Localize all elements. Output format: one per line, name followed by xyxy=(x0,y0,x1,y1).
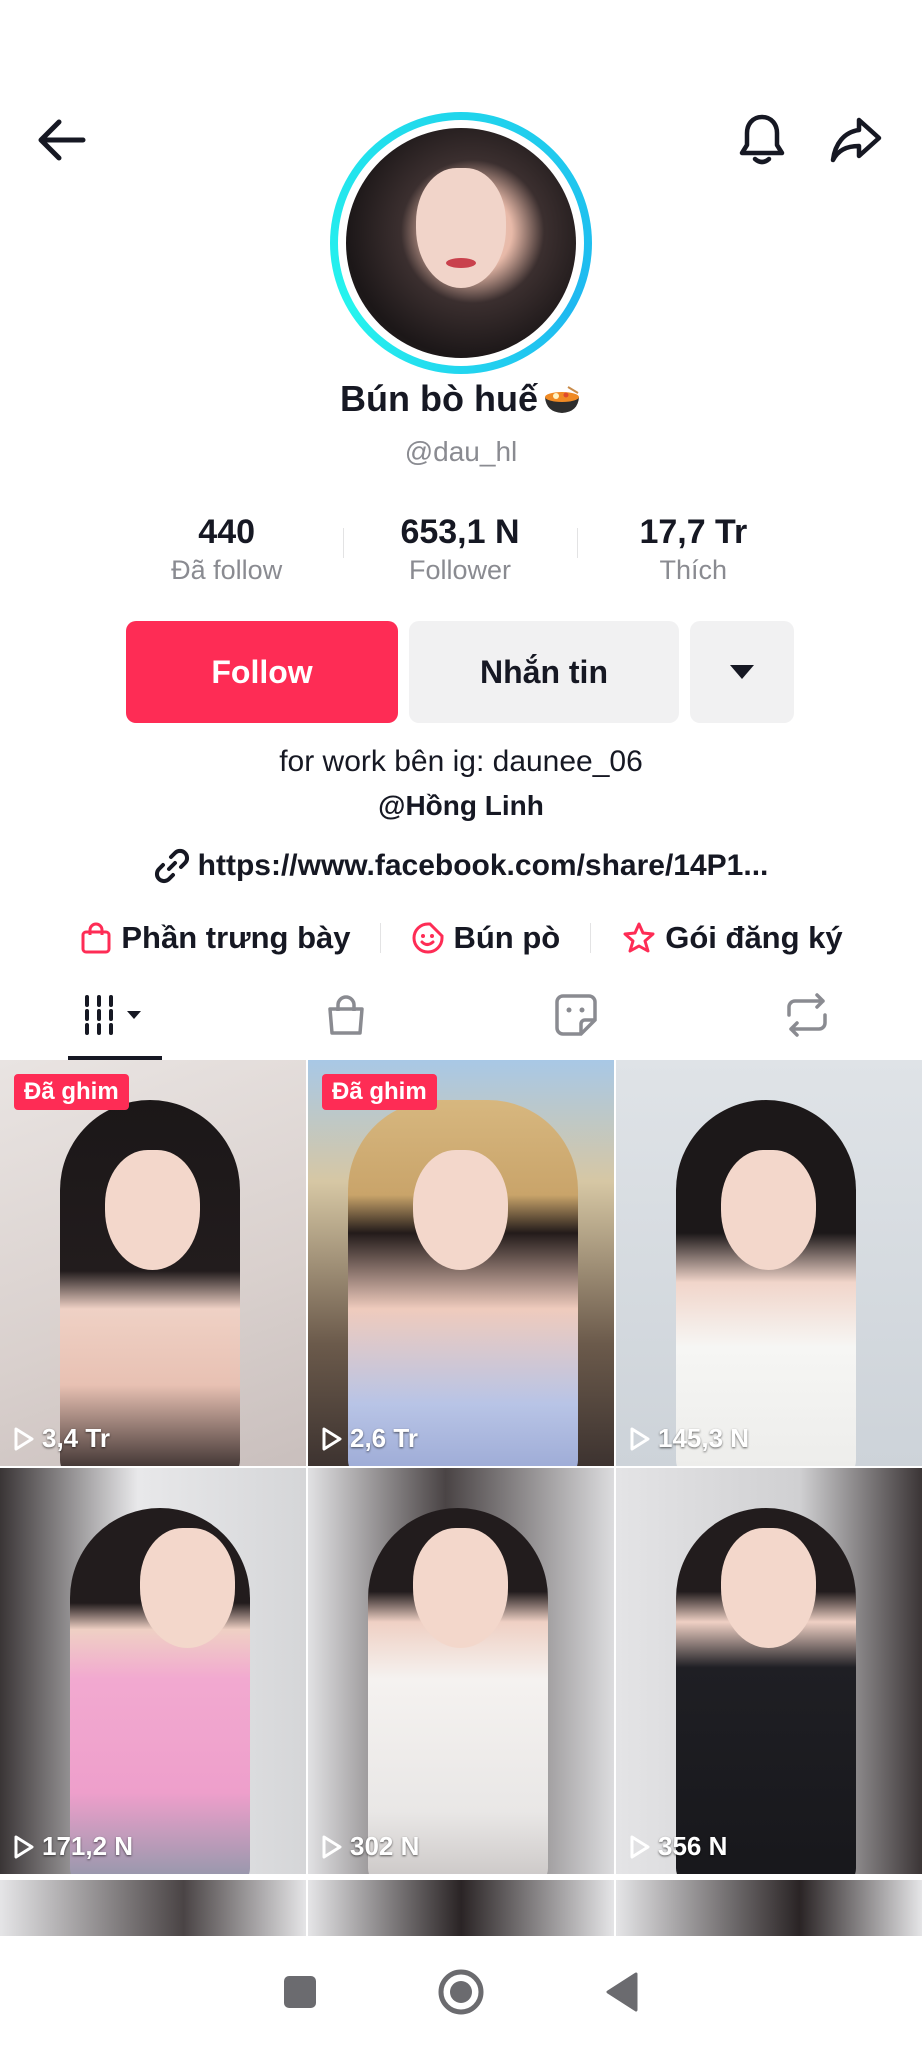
bell-icon xyxy=(739,114,785,165)
stat-value: 440 xyxy=(198,513,256,551)
video-thumbnail[interactable] xyxy=(616,1880,922,1940)
video-thumbnail[interactable]: 171,2 N xyxy=(0,1468,306,1874)
profile-actions: Follow Nhắn tin xyxy=(126,621,794,723)
stat-following[interactable]: 440 Đã follow xyxy=(110,512,343,592)
shopping-bag-icon xyxy=(81,922,111,954)
recents-button[interactable] xyxy=(270,1962,330,2022)
chip-sticker[interactable]: Bún pò xyxy=(411,920,560,956)
pinned-badge: Đã ghim xyxy=(14,1074,129,1110)
square-icon xyxy=(284,1976,317,2008)
display-name: Bún bò huế xyxy=(0,378,922,420)
profile-chips: Phần trưng bày Bún pò Gói đăng ký xyxy=(0,920,922,956)
view-count: 2,6 Tr xyxy=(320,1423,418,1454)
noodle-bowl-icon xyxy=(544,386,579,413)
tab-shop[interactable] xyxy=(231,970,462,1060)
play-icon xyxy=(14,1427,34,1450)
notification-button[interactable] xyxy=(727,105,797,175)
video-thumbnail[interactable]: Đã ghim 2,6 Tr xyxy=(308,1060,614,1466)
stat-label: Đã follow xyxy=(171,555,283,585)
video-thumbnail[interactable] xyxy=(308,1880,614,1940)
chip-subscription[interactable]: Gói đăng ký xyxy=(621,920,843,956)
username: @dau_hl xyxy=(404,436,518,467)
play-icon xyxy=(322,1427,342,1450)
caret-down-icon xyxy=(730,665,754,679)
play-icon xyxy=(630,1835,650,1858)
tab-reposts[interactable] xyxy=(692,970,922,1060)
stat-label: Thích xyxy=(659,555,728,585)
stat-followers[interactable]: 653,1 N Follower xyxy=(343,512,576,592)
videos-grid-icon xyxy=(85,995,142,1035)
bio-link-text: https://www.facebook.com/share/14P1... xyxy=(197,849,769,882)
share-button[interactable] xyxy=(821,105,891,175)
message-button[interactable]: Nhắn tin xyxy=(409,621,679,723)
repost-icon xyxy=(787,993,827,1037)
view-count: 171,2 N xyxy=(12,1831,133,1862)
video-grid: Đã ghim 3,4 Tr Đã ghim 2,6 Tr 145,3 N 17… xyxy=(0,1060,922,1874)
avatar-story-ring[interactable] xyxy=(330,112,592,374)
video-thumbnail[interactable]: 145,3 N xyxy=(616,1060,922,1466)
view-count: 302 N xyxy=(320,1831,419,1862)
divider xyxy=(590,923,592,953)
bio-link[interactable]: https://www.facebook.com/share/14P1... xyxy=(0,848,922,884)
view-count: 145,3 N xyxy=(628,1423,749,1454)
back-arrow-icon xyxy=(38,119,86,161)
view-count: 3,4 Tr xyxy=(12,1423,110,1454)
share-arrow-icon xyxy=(830,117,882,163)
video-thumbnail[interactable]: Đã ghim 3,4 Tr xyxy=(0,1060,306,1466)
sticker-icon xyxy=(413,922,444,954)
bio-mention-link[interactable]: @Hồng Linh xyxy=(0,790,922,822)
triangle-back-icon xyxy=(606,1972,638,2012)
home-button[interactable] xyxy=(431,1962,491,2022)
video-thumbnail[interactable] xyxy=(0,1880,306,1940)
divider xyxy=(380,923,382,953)
star-icon xyxy=(623,922,655,953)
view-count: 356 N xyxy=(628,1831,727,1862)
stat-label: Follower xyxy=(408,555,511,585)
back-nav-button[interactable] xyxy=(592,1962,652,2022)
video-grid-partial-row xyxy=(0,1880,922,1940)
avatar xyxy=(346,128,576,358)
play-icon xyxy=(14,1835,34,1858)
pinned-badge: Đã ghim xyxy=(322,1074,437,1110)
bio-text: for work bên ig: daunee_06 xyxy=(279,745,643,778)
system-navigation-bar xyxy=(0,1936,922,2048)
video-thumbnail[interactable]: 356 N xyxy=(616,1468,922,1874)
tab-videos[interactable] xyxy=(0,970,231,1060)
stat-value: 653,1 N xyxy=(400,513,520,551)
favorites-sticker-icon xyxy=(555,994,597,1036)
play-icon xyxy=(630,1427,650,1450)
follow-button[interactable]: Follow xyxy=(126,621,398,723)
play-icon xyxy=(322,1835,342,1858)
chip-label: Phần trưng bày xyxy=(121,920,351,955)
shop-bag-icon xyxy=(328,995,364,1035)
stat-value: 17,7 Tr xyxy=(639,513,748,551)
profile-stats: 440 Đã follow 653,1 N Follower 17,7 Tr T… xyxy=(110,512,810,592)
more-suggestions-button[interactable] xyxy=(690,621,794,723)
chip-label: Gói đăng ký xyxy=(665,920,843,955)
chip-label: Bún pò xyxy=(453,920,561,955)
link-icon xyxy=(154,848,189,884)
video-thumbnail[interactable]: 302 N xyxy=(308,1468,614,1874)
chip-showcase[interactable]: Phần trưng bày xyxy=(79,920,350,956)
content-tabs xyxy=(0,970,922,1060)
home-circle-icon xyxy=(438,1969,484,2015)
tab-favorites[interactable] xyxy=(461,970,692,1060)
back-button[interactable] xyxy=(26,105,96,175)
stat-likes[interactable]: 17,7 Tr Thích xyxy=(576,512,810,592)
